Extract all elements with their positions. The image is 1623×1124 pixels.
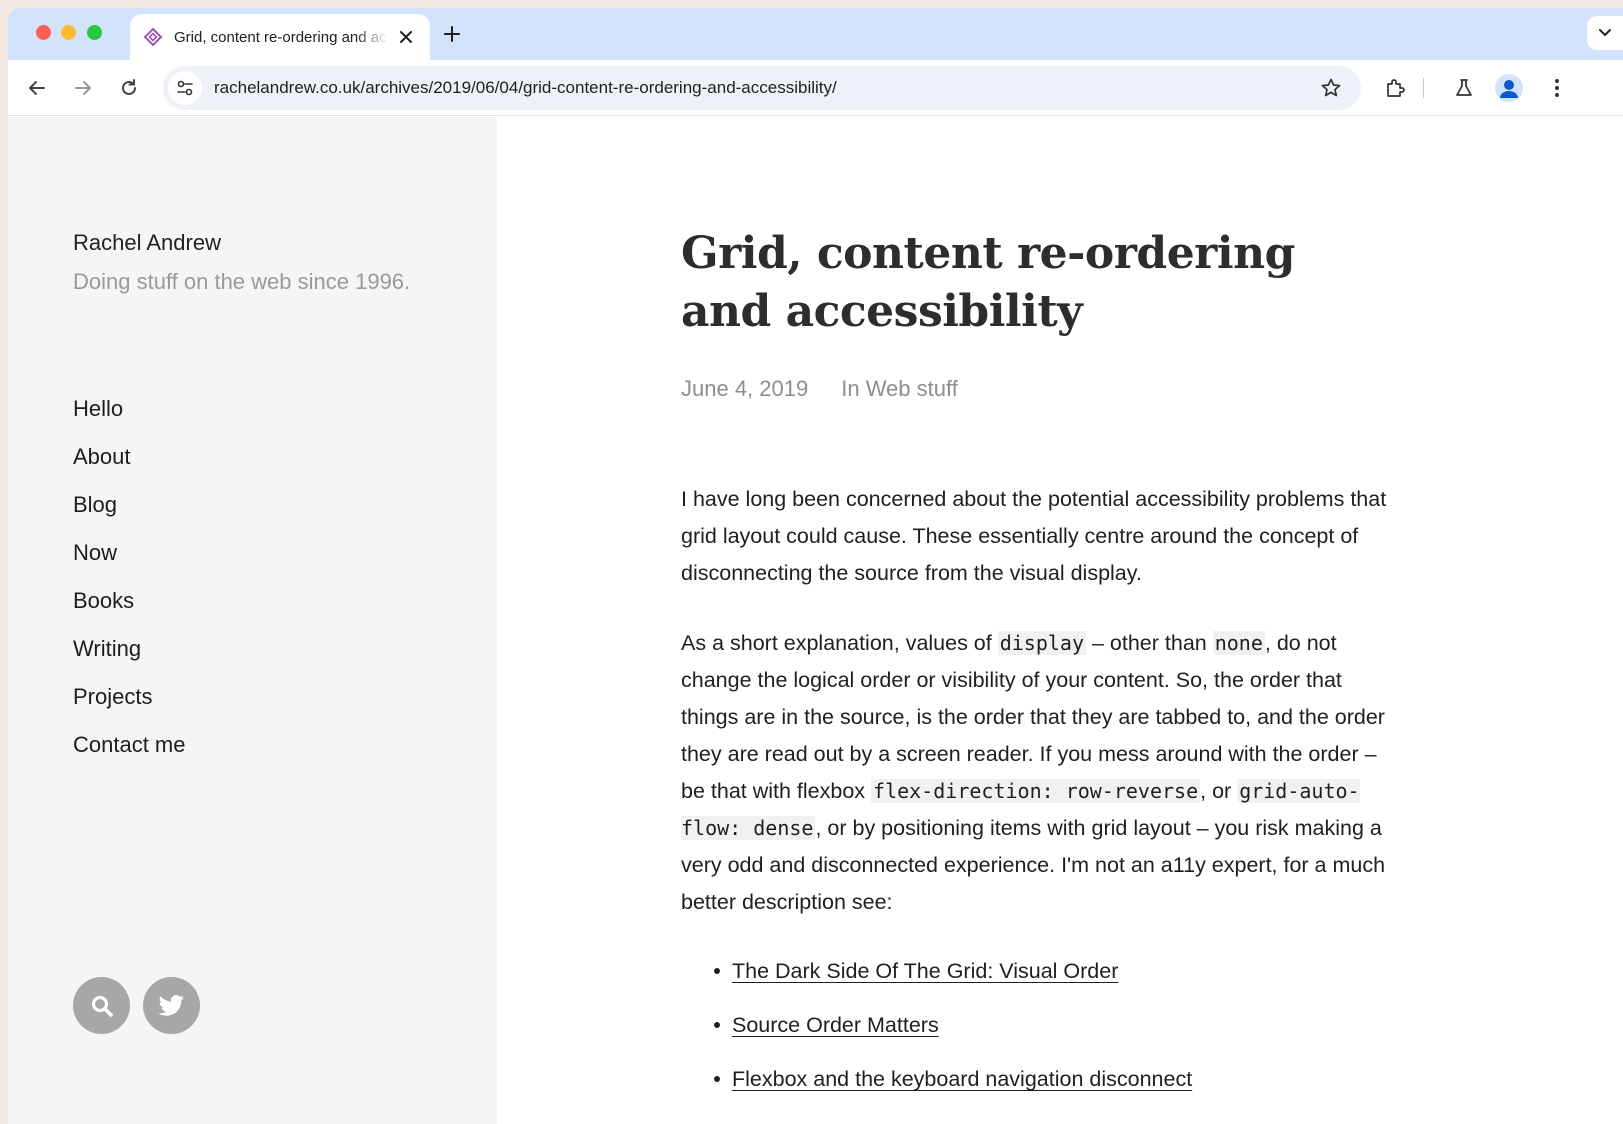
reference-links: The Dark Side Of The Grid: Visual Order … xyxy=(681,944,1401,1106)
url-text: rachelandrew.co.uk/archives/2019/06/04/g… xyxy=(214,78,837,98)
search-icon[interactable] xyxy=(73,977,130,1034)
post-date[interactable]: June 4, 2019 xyxy=(681,376,808,401)
twitter-icon[interactable] xyxy=(143,977,200,1034)
post-body: I have long been concerned about the pot… xyxy=(681,481,1401,1106)
inline-code: flex-direction: row-reverse xyxy=(871,779,1201,803)
star-icon[interactable] xyxy=(1317,74,1345,102)
url-path: /archives/2019/06/04/grid-content-re-ord… xyxy=(360,78,837,97)
tab-active[interactable]: Grid, content re-ordering and accessibil… xyxy=(130,14,430,60)
inline-code: none xyxy=(1212,631,1265,655)
web-page: Rachel Andrew Doing stuff on the web sin… xyxy=(8,117,1623,1124)
forward-icon[interactable] xyxy=(69,74,97,102)
site-title[interactable]: Rachel Andrew xyxy=(73,230,221,256)
paragraph: I have long been concerned about the pot… xyxy=(681,487,1387,585)
more-icon[interactable] xyxy=(1543,74,1571,102)
close-icon[interactable] xyxy=(396,27,416,47)
text: As a short explanation, values of xyxy=(681,631,998,655)
reload-icon[interactable] xyxy=(115,74,143,102)
main-content: Grid, content re-ordering and accessibil… xyxy=(497,117,1623,1124)
browser-window: Grid, content re-ordering and accessibil… xyxy=(8,8,1623,1124)
nav-item-hello[interactable]: Hello xyxy=(73,385,186,433)
nav-item-blog[interactable]: Blog xyxy=(73,481,186,529)
site-info-icon[interactable] xyxy=(168,71,202,105)
nav-item-books[interactable]: Books xyxy=(73,577,186,625)
post-title: Grid, content re-ordering and accessibil… xyxy=(681,228,1295,337)
list-item: The Dark Side Of The Grid: Visual Order xyxy=(681,944,1401,998)
minimize-window-button[interactable] xyxy=(61,25,76,40)
list-item: Flexbox and the keyboard navigation disc… xyxy=(681,1052,1401,1106)
plus-icon[interactable] xyxy=(440,22,464,46)
text: – other than xyxy=(1086,631,1213,655)
extensions-icon[interactable] xyxy=(1381,74,1409,102)
sidebar: Rachel Andrew Doing stuff on the web sin… xyxy=(8,117,497,1124)
profile-icon[interactable] xyxy=(1495,74,1523,102)
nav-item-writing[interactable]: Writing xyxy=(73,625,186,673)
list-item: Source Order Matters xyxy=(681,998,1401,1052)
link-flexbox-keyboard[interactable]: Flexbox and the keyboard navigation disc… xyxy=(732,1067,1192,1091)
nav-item-contact[interactable]: Contact me xyxy=(73,721,186,769)
maximize-window-button[interactable] xyxy=(87,25,102,40)
address-bar[interactable]: rachelandrew.co.uk/archives/2019/06/04/g… xyxy=(163,66,1361,110)
nav-item-about[interactable]: About xyxy=(73,433,186,481)
main-nav: Hello About Blog Now Books Writing Proje… xyxy=(73,385,186,769)
nav-item-now[interactable]: Now xyxy=(73,529,186,577)
site-favicon-icon xyxy=(142,26,164,48)
back-icon[interactable] xyxy=(23,74,51,102)
link-source-order-matters[interactable]: Source Order Matters xyxy=(732,1013,939,1037)
link-dark-side-of-grid[interactable]: The Dark Side Of The Grid: Visual Order xyxy=(732,959,1118,983)
post-category[interactable]: In Web stuff xyxy=(841,376,958,401)
tab-strip: Grid, content re-ordering and accessibil… xyxy=(8,8,1623,60)
chevron-down-icon[interactable] xyxy=(1587,16,1623,50)
paragraph: As a short explanation, values of displa… xyxy=(681,625,1401,921)
text: , or xyxy=(1200,779,1238,803)
inline-code: display xyxy=(997,631,1087,655)
tab-title: Grid, content re-ordering and accessibil… xyxy=(174,28,388,46)
post-meta: June 4, 2019 In Web stuff xyxy=(681,376,958,402)
site-tagline: Doing stuff on the web since 1996. xyxy=(73,269,411,294)
url-host: rachelandrew.co.uk xyxy=(214,78,361,97)
close-window-button[interactable] xyxy=(36,25,51,40)
labs-icon[interactable] xyxy=(1450,74,1478,102)
text: , do not change the logical order or vis… xyxy=(681,631,1385,803)
social-buttons xyxy=(73,977,200,1034)
browser-toolbar: rachelandrew.co.uk/archives/2019/06/04/g… xyxy=(8,60,1623,116)
nav-item-projects[interactable]: Projects xyxy=(73,673,186,721)
toolbar-divider xyxy=(1423,78,1424,98)
